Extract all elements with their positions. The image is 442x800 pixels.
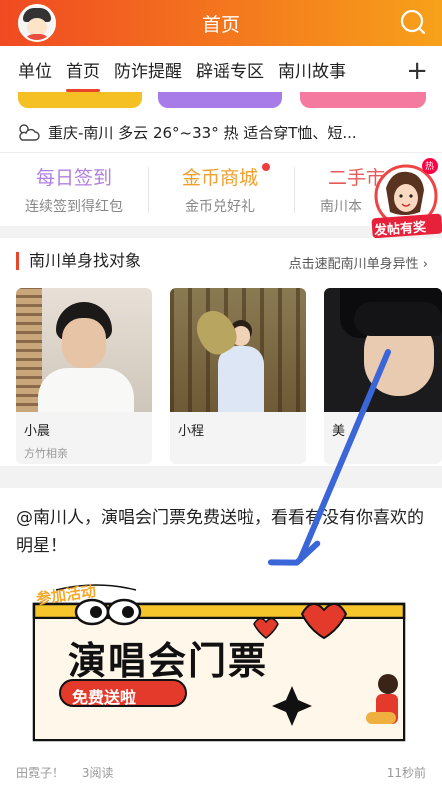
top-bar: 首页: [0, 0, 442, 46]
weather-text: 重庆-南川 多云 26°~33° 热 适合穿T恤、短...: [48, 123, 357, 142]
banner-pill[interactable]: [300, 92, 426, 108]
add-tab-icon[interactable]: +: [392, 56, 428, 86]
profile-photo: [170, 288, 306, 412]
banner-strip: [0, 92, 442, 112]
chevron-right-icon: ›: [422, 257, 428, 272]
post-time: 11秒前: [386, 766, 426, 780]
profile-card[interactable]: 小程: [170, 288, 306, 464]
notification-dot: [262, 163, 270, 171]
article-title[interactable]: @南川人，演唱会门票免费送啦，看看有没有你喜欢的明星！: [16, 504, 428, 560]
tab-anti-fraud[interactable]: 防诈提醒: [100, 57, 182, 82]
profile-photo: [324, 288, 442, 412]
profile-name: 美: [332, 424, 346, 439]
read-count: 3阅读: [81, 766, 114, 780]
profile-name: 小程: [178, 424, 205, 439]
poster-sub: 免费送啦: [72, 688, 137, 707]
matchmaking-link[interactable]: 点击速配南川单身异性 ›: [289, 253, 428, 272]
search-icon[interactable]: [400, 9, 426, 35]
avatar[interactable]: [18, 4, 56, 42]
tab-bar: 单位 首页 防诈提醒 辟谣专区 南川故事 +: [0, 46, 442, 92]
profile-card[interactable]: 美: [324, 288, 442, 464]
tab-rumor[interactable]: 辟谣专区: [182, 57, 264, 82]
profile-photo: [16, 288, 152, 412]
shortcut-coin-mall[interactable]: 金币商城 金币兑好礼: [150, 163, 290, 216]
profile-name: 小晨: [24, 424, 51, 439]
article-author[interactable]: 田霓子！: [16, 766, 64, 780]
article-poster[interactable]: 参加活动 演唱会门票 免费送啦: [16, 580, 426, 754]
profile-tag: 方竹相亲: [24, 447, 68, 460]
banner-pill[interactable]: [18, 92, 142, 108]
tab-stories[interactable]: 南川故事: [264, 57, 346, 82]
cloudy-icon: [19, 124, 40, 141]
dating-section: 南川单身找对象 点击速配南川单身异性 › 小晨 方竹相亲 小程 美: [0, 238, 442, 466]
article-card[interactable]: @南川人，演唱会门票免费送啦，看看有没有你喜欢的明星！ 参加活动 演唱会门票 免…: [0, 488, 442, 800]
tab-home[interactable]: 首页: [52, 57, 100, 92]
badge-hot: 热: [425, 162, 435, 172]
article-meta: 田霓子！ 3阅读: [16, 764, 127, 781]
section-title: 南川单身找对象: [16, 252, 141, 270]
shortcut-checkin[interactable]: 每日签到 连续签到得红包: [4, 163, 144, 216]
weather-bar[interactable]: 重庆-南川 多云 26°~33° 热 适合穿T恤、短...: [0, 112, 442, 152]
post-reward-badge[interactable]: 热 发帖有奖: [368, 158, 442, 240]
badge-text: 发帖有奖: [373, 220, 427, 239]
page-title: 首页: [201, 13, 240, 36]
profile-card[interactable]: 小晨 方竹相亲: [16, 288, 152, 464]
tab-unit[interactable]: 单位: [0, 57, 52, 82]
banner-pill[interactable]: [158, 92, 282, 108]
poster-headline: 演唱会门票: [68, 639, 269, 683]
